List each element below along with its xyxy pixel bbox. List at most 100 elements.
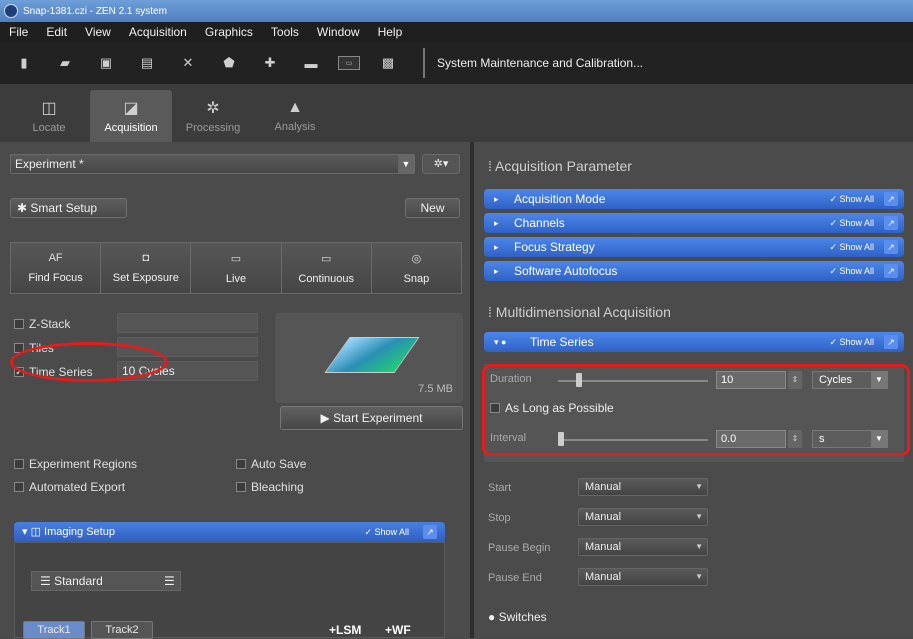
locate-icon: ◫ [41,100,57,117]
show-all-toggle[interactable]: ✓ Show All [829,189,874,209]
system-maintenance-link[interactable]: System Maintenance and Calibration... [437,56,643,70]
software-autofocus-row[interactable]: ▸ Software Autofocus ✓ Show All ↗ [484,261,904,281]
find-focus-button[interactable]: AF Find Focus [11,243,102,293]
pin-icon[interactable]: ↗ [423,525,437,539]
z-stack-field [117,313,258,333]
section-marker-icon: ⁞ [488,304,496,320]
time-series-title: Time Series [530,335,594,349]
switches-section[interactable]: ● Switches [488,610,547,624]
standard-mode-button[interactable]: ☰ Standard ☰ [31,571,181,591]
new-button[interactable]: New [405,198,460,218]
data-size-label: 7.5 MB [418,383,453,395]
show-all-toggle[interactable]: ✓ Show All [364,522,409,542]
z-stack-checkbox[interactable] [14,319,24,329]
pause-end-select[interactable]: Manual ▼ [578,568,708,586]
smart-setup-label: Smart Setup [30,201,98,215]
z-stack-option[interactable]: Z-Stack [14,317,70,331]
set-exposure-button[interactable]: ◘ Set Exposure [101,243,192,293]
automated-export-label: Automated Export [29,480,126,494]
bleaching-option[interactable]: Bleaching [236,480,304,494]
collapse-icon: ▸ [494,218,499,228]
multidimensional-acquisition-label: Multidimensional Acquisition [495,304,671,320]
live-button[interactable]: ▭ Live [191,243,282,293]
menu-window[interactable]: Window [308,25,369,39]
autofocus-icon: AF [48,252,63,264]
tab-acquisition[interactable]: ◪ Acquisition [90,90,172,142]
new-file-icon[interactable]: ▮ [10,51,38,75]
processing-icon: ✲ [206,100,220,117]
show-all-toggle[interactable]: ✓ Show All [829,261,874,281]
track1-button[interactable]: Track1 [23,621,85,639]
snap-button[interactable]: ◎ Snap [371,243,462,293]
acquisition-parameter-title: ⁞ Acquisition Parameter [488,158,632,174]
show-all-toggle[interactable]: ✓ Show All [829,213,874,233]
chevron-down-icon[interactable]: ▼ [398,155,414,173]
live-label: Live [225,272,247,285]
imaging-setup-header[interactable]: ▾ ◫ Imaging Setup ✓ Show All ↗ [14,522,445,542]
tab-label: Acquisition [104,122,158,134]
channels-row[interactable]: ▸ Channels ✓ Show All ↗ [484,213,904,233]
add-wf-button[interactable]: +WF [385,623,411,637]
smart-setup-button[interactable]: ✱ Smart Setup [10,198,127,218]
start-experiment-button[interactable]: ▶ Start Experiment [280,406,463,430]
experiment-regions-label: Experiment Regions [29,457,138,471]
start-select[interactable]: Manual ▼ [578,478,708,496]
image-icon[interactable]: ▩ [374,51,402,75]
multidimensional-acquisition-title: ⁞ Multidimensional Acquisition [488,304,671,320]
experiment-regions-checkbox[interactable] [14,459,24,469]
experiment-regions-option[interactable]: Experiment Regions [14,457,137,471]
auto-save-option[interactable]: Auto Save [236,457,306,471]
switches-label: Switches [498,610,547,624]
continuous-button[interactable]: ▭ Continuous [281,243,372,293]
pin-icon[interactable]: ↗ [884,240,898,254]
automated-export-option[interactable]: Automated Export [14,480,125,494]
open-folder-icon[interactable]: ▰ [51,51,79,75]
experiment-select[interactable]: Experiment * ▼ [10,154,415,174]
save-icon[interactable]: ▣ [92,51,120,75]
menu-icon[interactable]: ☰ [164,572,175,590]
start-label: Start [488,482,512,494]
save-as-icon[interactable]: ▤ [133,51,161,75]
experiment-select-value: Experiment * [15,157,84,171]
stop-select[interactable]: Manual ▼ [578,508,708,526]
pin-icon[interactable]: ↗ [884,335,898,349]
pin-icon[interactable]: ↗ [884,192,898,206]
auto-save-checkbox[interactable] [236,459,246,469]
acquisition-mode-row[interactable]: ▸ Acquisition Mode ✓ Show All ↗ [484,189,904,209]
scalebar-icon[interactable]: ▭ [338,56,360,70]
zen-logo-icon [4,4,18,18]
focus-strategy-row[interactable]: ▸ Focus Strategy ✓ Show All ↗ [484,237,904,257]
collapse-icon: ▸ [494,194,499,204]
show-all-toggle[interactable]: ✓ Show All [829,237,874,257]
shield-icon[interactable]: ⬟ [215,51,243,75]
menu-help[interactable]: Help [369,25,412,39]
scale-icon[interactable]: ▬ [297,51,325,75]
bleaching-checkbox[interactable] [236,482,246,492]
pin-icon[interactable]: ✚ [256,51,284,75]
pin-icon[interactable]: ↗ [884,264,898,278]
action-bar: AF Find Focus ◘ Set Exposure ▭ Live ▭ Co… [10,242,462,294]
show-all-toggle[interactable]: ✓ Show All [829,332,874,352]
toolbar-separator [423,48,425,78]
experiment-options-button[interactable]: ✲▾ [422,154,460,174]
menu-edit[interactable]: Edit [37,25,76,39]
auto-save-label: Auto Save [251,457,307,471]
tab-processing[interactable]: ✲ Processing [172,90,254,142]
menu-tools[interactable]: Tools [262,25,308,39]
close-icon[interactable]: ✕ [174,51,202,75]
pause-begin-select[interactable]: Manual ▼ [578,538,708,556]
continuous-label: Continuous [298,272,355,285]
menu-view[interactable]: View [76,25,120,39]
menu-graphics[interactable]: Graphics [196,25,262,39]
track2-button[interactable]: Track2 [91,621,153,639]
list-icon: ☰ [40,574,55,588]
time-series-row[interactable]: ▾ ● Time Series ✓ Show All ↗ [484,332,904,352]
pin-icon[interactable]: ↗ [884,216,898,230]
tab-locate[interactable]: ◫ Locate [8,90,90,142]
tab-analysis[interactable]: ▲ Analysis [254,90,336,142]
menu-file[interactable]: File [0,25,37,39]
add-lsm-button[interactable]: +LSM [329,623,361,637]
pause-end-label: Pause End [488,572,542,584]
menu-acquisition[interactable]: Acquisition [120,25,196,39]
automated-export-checkbox[interactable] [14,482,24,492]
